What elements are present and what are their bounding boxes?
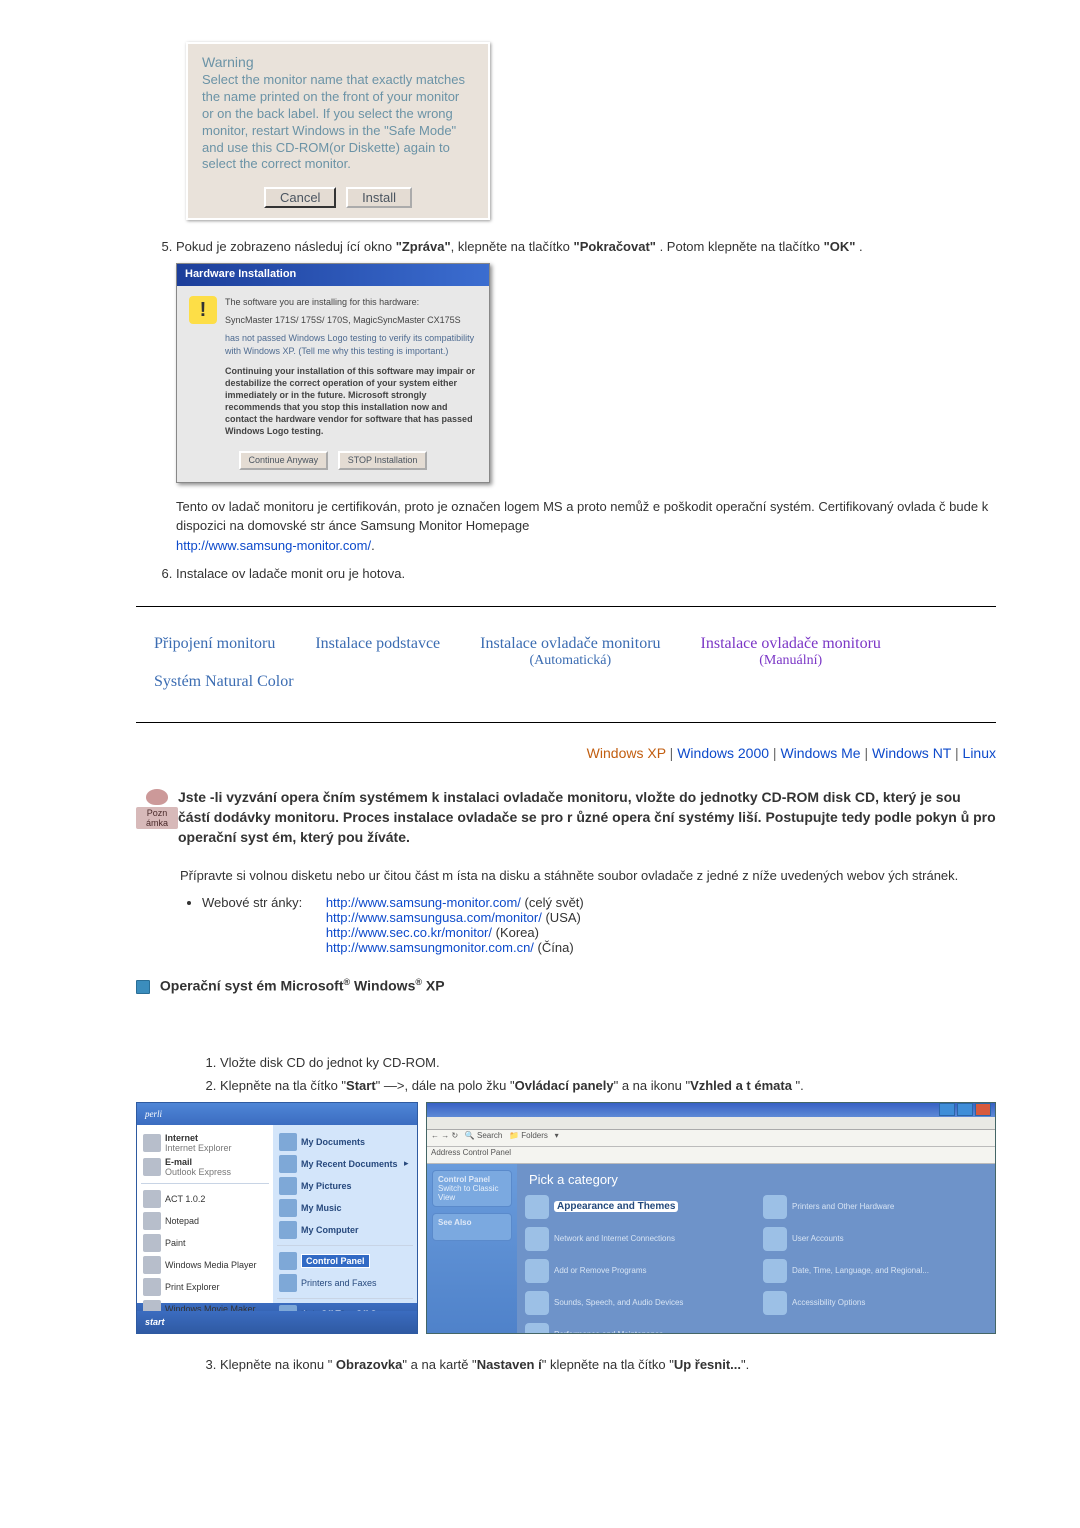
window-title-buttons: [427, 1103, 995, 1117]
os-heading-xp: Operační syst ém Microsoft® Windows® XP: [136, 977, 996, 994]
start-button[interactable]: start: [145, 1317, 165, 1327]
tab-natural-color[interactable]: Systém Natural Color: [136, 671, 312, 693]
link-windows-nt[interactable]: Windows NT: [872, 745, 951, 761]
start-menu-right: My Documents My Recent Documents ▸ My Pi…: [273, 1125, 417, 1303]
start-menu: perli InternetInternet Explorer E-mailOu…: [136, 1102, 418, 1334]
control-panel-window: ← → ↻ 🔍 Search 📁 Folders ▾ Address Contr…: [426, 1102, 996, 1334]
bullet-icon: [136, 980, 150, 994]
link-web-korea[interactable]: http://www.sec.co.kr/monitor/: [326, 925, 492, 940]
link-web-usa[interactable]: http://www.samsungusa.com/monitor/: [326, 910, 542, 925]
link-web-china[interactable]: http://www.samsungmonitor.com.cn/: [326, 940, 534, 955]
install-tabs: Připojení monitoru Instalace podstavce I…: [136, 629, 996, 700]
web-links-item: Webové str ánky: http://www.samsung-moni…: [202, 895, 996, 955]
note-block: Pozn ámka Jste -li vyzvání opera čním sy…: [136, 787, 996, 848]
cancel-button[interactable]: Cancel: [264, 187, 336, 208]
stop-installation-button[interactable]: STOP Installation: [338, 451, 428, 470]
os-links: Windows XP | Windows 2000 | Windows Me |…: [136, 745, 996, 761]
address-bar: ← → ↻ 🔍 Search 📁 Folders ▾: [427, 1130, 995, 1147]
tab-connect[interactable]: Připojení monitoru: [136, 633, 293, 655]
warning-icon: !: [189, 296, 225, 437]
warning-text: Select the monitor name that exactly mat…: [202, 72, 474, 173]
start-menu-user: perli: [145, 1109, 162, 1119]
start-menu-left: InternetInternet Explorer E-mailOutlook …: [137, 1125, 273, 1303]
warning-dialog: Warning Select the monitor name that exa…: [186, 42, 490, 220]
step-6: Instalace ov ladače monit oru je hotova.: [176, 565, 996, 584]
divider-2: [136, 722, 996, 723]
link-windows-xp[interactable]: Windows XP: [587, 745, 666, 761]
cat-appearance[interactable]: Appearance and Themes: [525, 1195, 749, 1219]
step-5: Pokud je zobrazeno následuj ící okno "Zp…: [176, 238, 996, 555]
warning-heading: Warning: [202, 54, 474, 70]
xp-step-1: Vložte disk CD do jednot ky CD-ROM.: [220, 1054, 996, 1073]
prepare-text: Přípravte si volnou disketu nebo ur čito…: [180, 866, 996, 886]
tab-driver-manual[interactable]: Instalace ovladače monitoru(Manuální): [683, 633, 899, 671]
link-web-world[interactable]: http://www.samsung-monitor.com/: [326, 895, 521, 910]
xp-step-3: Klepněte na ikonu " Obrazovka" a na kart…: [220, 1356, 996, 1375]
install-button[interactable]: Install: [346, 187, 412, 208]
divider: [136, 606, 996, 607]
tab-driver-auto[interactable]: Instalace ovladače monitoru(Automatická): [462, 633, 678, 671]
samsung-monitor-link[interactable]: http://www.samsung-monitor.com/: [176, 538, 371, 553]
note-icon: [146, 789, 168, 805]
xp-step-2: Klepněte na tla čítko "Start" —>, dále n…: [220, 1077, 996, 1096]
link-windows-2000[interactable]: Windows 2000: [677, 745, 769, 761]
pick-category-heading: Pick a category: [529, 1172, 987, 1187]
screenshot-composite: perli InternetInternet Explorer E-mailOu…: [136, 1102, 996, 1334]
dialog-title: Hardware Installation: [177, 264, 489, 286]
continue-anyway-button[interactable]: Continue Anyway: [239, 451, 329, 470]
tab-stand[interactable]: Instalace podstavce: [297, 633, 458, 655]
start-menu-control-panel[interactable]: Control Panel: [301, 1254, 370, 1268]
link-linux[interactable]: Linux: [963, 745, 996, 761]
note-text: Jste -li vyzvání opera čním systémem k i…: [178, 787, 996, 848]
note-label: Pozn ámka: [136, 807, 178, 829]
link-windows-me[interactable]: Windows Me: [780, 745, 860, 761]
hardware-installation-dialog: Hardware Installation ! The software you…: [176, 263, 490, 482]
